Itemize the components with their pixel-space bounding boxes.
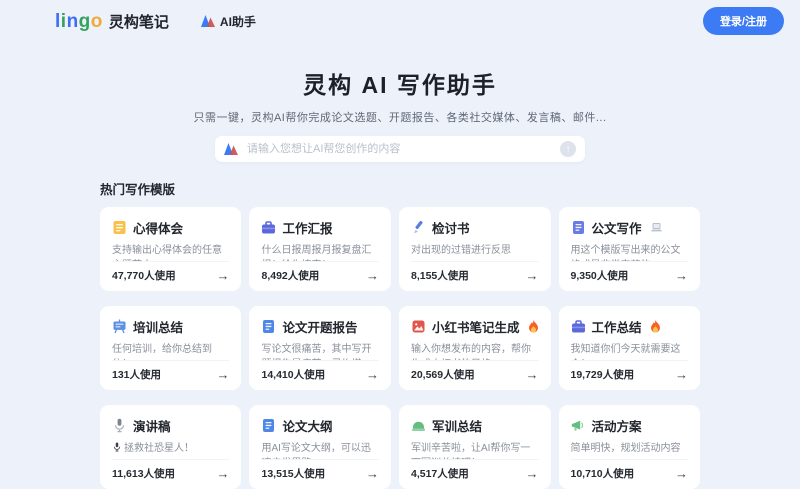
usage-count: 13,515人使用 (261, 466, 325, 481)
card-title: 小红书笔记生成 (432, 317, 520, 336)
logo-wordmark: lingo (55, 12, 103, 31)
card-description: 对出现的过错进行反思 (411, 243, 539, 261)
briefcase-icon (261, 220, 276, 235)
template-card[interactable]: 论文开题报告 写论文很痛苦，其中写开题报告最痛苦，灵构懂你！ 14,410人使用… (249, 306, 391, 390)
template-card[interactable]: 培训总结 任何培训，给你总结到位！ 131人使用 → (100, 306, 241, 390)
card-description: 任何培训，给你总结到位！ (112, 342, 229, 360)
fire-icon (650, 320, 661, 333)
template-card[interactable]: 论文大纲 用AI写论文大纲，可以迅速启发思路。 13,515人使用 → (249, 405, 391, 489)
card-description: 输入你想发布的内容，帮你生成小红书的风格。 (411, 342, 539, 360)
search-bar: ↑ (215, 136, 585, 162)
template-grid: 心得体会 支持输出心得体会的任意主题范文。 47,770人使用 → 工作汇报 什… (100, 207, 700, 489)
helmet-icon (411, 418, 426, 433)
card-title: 军训总结 (432, 416, 482, 435)
template-card[interactable]: 检讨书 对出现的过错进行反思 8,155人使用 → (399, 207, 551, 291)
brand-name: 灵构笔记 (109, 11, 169, 32)
usage-count: 20,569人使用 (411, 367, 475, 382)
page-title: 灵构 AI 写作助手 (0, 66, 800, 100)
arrow-right-icon: → (366, 467, 379, 480)
usage-count: 11,613人使用 (112, 466, 175, 481)
send-button[interactable]: ↑ (560, 141, 576, 157)
card-description: 我知道你们今天就需要这个！ (571, 342, 689, 360)
usage-count: 10,710人使用 (571, 466, 635, 481)
card-title: 工作汇报 (282, 218, 332, 237)
search-input[interactable] (245, 142, 553, 156)
card-title: 工作总结 (592, 317, 642, 336)
arrow-right-icon: → (366, 269, 379, 282)
template-card[interactable]: 工作总结 我知道你们今天就需要这个！ 19,729人使用 → (559, 306, 701, 390)
laptop-icon (650, 222, 663, 233)
briefcase-icon (571, 319, 586, 334)
template-card[interactable]: 工作汇报 什么日报周报月报复盘汇报！给你搞定！ 8,492人使用 → (249, 207, 391, 291)
template-card[interactable]: 小红书笔记生成 输入你想发布的内容，帮你生成小红书的风格。 20,569人使用 … (399, 306, 551, 390)
memo-icon (112, 220, 127, 235)
nav-ai-assistant-label: AI助手 (220, 13, 256, 30)
card-description: 写论文很痛苦，其中写开题报告最痛苦，灵构懂你！ (261, 342, 379, 360)
card-description: 军训辛苦啦，让AI帮你写一下军训总结吧！ (411, 441, 539, 459)
arrow-right-icon: → (216, 368, 229, 381)
page-subtitle: 只需一键，灵构AI帮你完成论文选题、开题报告、各类社交媒体、发言稿、邮件... (0, 109, 800, 125)
arrow-right-icon: → (675, 269, 688, 282)
arrow-right-icon: → (216, 269, 229, 282)
usage-count: 14,410人使用 (261, 367, 325, 382)
usage-count: 8,155人使用 (411, 268, 469, 283)
card-title: 演讲稿 (133, 416, 171, 435)
arrow-right-icon: → (366, 368, 379, 381)
template-card[interactable]: 军训总结 军训辛苦啦，让AI帮你写一下军训总结吧！ 4,517人使用 → (399, 405, 551, 489)
card-description: 用AI写论文大纲，可以迅速启发思路。 (261, 441, 379, 459)
template-card[interactable]: 活动方案 简单明快，规划活动内容 10,710人使用 → (559, 405, 701, 489)
card-description: 简单明快，规划活动内容 (571, 441, 689, 459)
card-title: 培训总结 (133, 317, 183, 336)
document-icon (261, 418, 276, 433)
card-title: 论文大纲 (282, 416, 332, 435)
usage-count: 131人使用 (112, 367, 161, 382)
microphone-icon (112, 418, 127, 433)
card-title: 活动方案 (592, 416, 642, 435)
usage-count: 47,770人使用 (112, 268, 176, 283)
usage-count: 8,492人使用 (261, 268, 319, 283)
ai-triangle-icon (224, 143, 238, 155)
usage-count: 19,729人使用 (571, 367, 635, 382)
document-icon (571, 220, 586, 235)
card-title: 公文写作 (592, 218, 642, 237)
usage-count: 9,350人使用 (571, 268, 629, 283)
ai-triangle-icon (201, 15, 215, 27)
report-document-icon (261, 319, 276, 334)
arrow-right-icon: → (526, 269, 539, 282)
arrow-right-icon: → (526, 368, 539, 381)
card-description: 拯救社恐星人！ (112, 441, 229, 459)
arrow-right-icon: → (675, 368, 688, 381)
section-title: 热门写作模版 (100, 179, 800, 198)
arrow-right-icon: → (526, 467, 539, 480)
fire-icon (528, 320, 539, 333)
card-title: 心得体会 (133, 218, 183, 237)
easel-board-icon (112, 319, 127, 334)
app-logo[interactable]: lingo 灵构笔记 (55, 11, 169, 32)
arrow-right-icon: → (675, 467, 688, 480)
card-title: 论文开题报告 (282, 317, 357, 336)
header: lingo 灵构笔记 AI助手 登录/注册 (0, 0, 800, 42)
arrow-up-icon: ↑ (566, 144, 571, 155)
image-icon (411, 319, 426, 334)
pen-icon (411, 220, 426, 235)
arrow-right-icon: → (216, 467, 229, 480)
card-description: 什么日报周报月报复盘汇报！给你搞定！ (261, 243, 379, 261)
usage-count: 4,517人使用 (411, 466, 469, 481)
card-description: 支持输出心得体会的任意主题范文。 (112, 243, 229, 261)
template-card[interactable]: 演讲稿 拯救社恐星人！ 11,613人使用 → (100, 405, 241, 489)
nav-ai-assistant[interactable]: AI助手 (201, 13, 256, 30)
card-description: 用这个模版写出来的公文格式是非常完整的~ (571, 243, 689, 261)
microphone-icon (112, 442, 122, 452)
template-card[interactable]: 心得体会 支持输出心得体会的任意主题范文。 47,770人使用 → (100, 207, 241, 291)
login-register-button[interactable]: 登录/注册 (703, 7, 784, 35)
card-title: 检讨书 (432, 218, 470, 237)
megaphone-icon (571, 418, 586, 433)
template-card[interactable]: 公文写作 用这个模版写出来的公文格式是非常完整的~ 9,350人使用 → (559, 207, 701, 291)
